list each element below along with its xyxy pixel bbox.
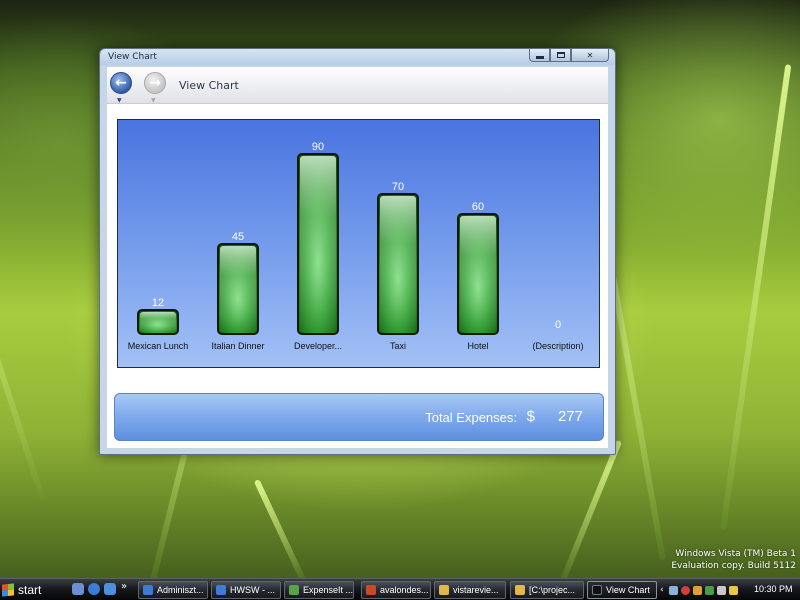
quick-launch-desktop-icon[interactable] — [72, 583, 84, 595]
chart-category-label: Taxi — [390, 341, 406, 351]
clock[interactable]: 10:30 PM — [754, 584, 793, 594]
network-icon[interactable] — [668, 585, 678, 595]
grass-blade — [0, 137, 46, 501]
close-icon: ✕ — [586, 50, 594, 60]
window-title: View Chart — [108, 52, 157, 62]
chart-value-label: 12 — [152, 297, 164, 309]
folder-icon — [439, 585, 449, 595]
tray-expand-icon[interactable]: ‹ — [660, 585, 664, 595]
forward-arrow-icon: → — [149, 75, 161, 91]
total-expenses-label: Total Expenses: — [425, 410, 517, 425]
chart-bar-gloss — [220, 246, 256, 332]
watermark-line-1: Windows Vista (TM) Beta 1 — [675, 549, 796, 559]
minimize-button[interactable] — [529, 49, 550, 62]
chart-bar-gloss — [140, 312, 176, 332]
power-icon[interactable] — [728, 585, 738, 595]
app-icon — [289, 585, 299, 595]
chart-category-label: Mexican Lunch — [128, 341, 189, 351]
minimize-icon — [535, 55, 544, 59]
taskbar-button-label: vistarevie... — [453, 585, 499, 595]
page-title: View Chart — [179, 79, 239, 92]
start-label: start — [18, 583, 42, 597]
window-client-area: ← ▼ → ▼ View Chart 12 Mexican Lunch 45 I… — [107, 67, 608, 448]
forward-history-caret-icon[interactable]: ▼ — [151, 97, 156, 104]
chart-category-label: Italian Dinner — [211, 341, 264, 351]
window-controls: ✕ — [529, 49, 609, 62]
taskbar-button[interactable]: ExpenseIt ... — [284, 581, 354, 599]
expense-bar-chart: 12 Mexican Lunch 45 Italian Dinner 90 Develop… — [117, 119, 600, 368]
chart-bar-gloss — [380, 196, 416, 332]
grass-blade — [253, 479, 306, 582]
ie-icon — [143, 585, 153, 595]
taskbar-button[interactable]: avalondes... — [361, 581, 431, 599]
grass-blade — [560, 439, 622, 582]
chart-bar-gloss — [300, 156, 336, 332]
total-expenses-bar: Total Expenses: $ 277 — [114, 393, 604, 441]
watermark-line-2: Evaluation copy. Build 5112 — [671, 561, 796, 571]
forward-button[interactable]: → — [144, 72, 166, 94]
quick-launch-more-icon[interactable]: » — [121, 581, 127, 592]
taskbar-button[interactable]: Adminiszt... — [138, 581, 208, 599]
total-currency-symbol: $ — [526, 408, 535, 425]
folder-icon — [515, 585, 525, 595]
chart-category-label: Developer... — [294, 341, 342, 351]
chart-category-label: Hotel — [467, 341, 488, 351]
security-icon[interactable] — [680, 585, 690, 595]
navigation-bar: ← ▼ → ▼ View Chart — [107, 67, 608, 104]
system-tray: ‹ — [660, 581, 738, 599]
view-chart-window: View Chart ✕ ← ▼ → ▼ View Chart 12 Mexic… — [99, 48, 616, 455]
close-button[interactable]: ✕ — [571, 49, 609, 62]
back-button[interactable]: ← — [110, 72, 132, 94]
taskbar: start » Adminiszt... HWSW - ... ExpenseI… — [0, 578, 800, 600]
volume-icon[interactable] — [716, 585, 726, 595]
back-arrow-icon: ← — [115, 75, 127, 91]
maximize-icon — [556, 52, 565, 58]
chart-value-label: 90 — [312, 141, 324, 153]
total-expenses-value: 277 — [557, 408, 583, 425]
taskbar-button[interactable]: vistarevie... — [434, 581, 506, 599]
taskbar-button-label: View Chart — [606, 585, 650, 595]
update-icon[interactable] — [704, 585, 714, 595]
chart-value-label: 45 — [232, 231, 244, 243]
taskbar-button-label: Adminiszt... — [157, 585, 204, 595]
quick-launch-media-icon[interactable] — [104, 583, 116, 595]
chart-bar-gloss — [460, 216, 496, 332]
taskbar-button-label: ExpenseIt ... — [303, 585, 354, 595]
window-titlebar[interactable]: View Chart ✕ — [100, 49, 615, 67]
ie-icon — [216, 585, 226, 595]
window-icon — [592, 585, 602, 595]
taskbar-button[interactable]: [C:\projec... — [510, 581, 584, 599]
quick-launch-ie-icon[interactable] — [88, 583, 100, 595]
taskbar-button-label: HWSW - ... — [230, 585, 275, 595]
chart-category-label: (Description) — [532, 341, 583, 351]
grass-blade — [720, 64, 792, 531]
document-icon — [366, 585, 376, 595]
desktop-watermark: Windows Vista (TM) Beta 1 Evaluation cop… — [671, 548, 796, 572]
shield-icon[interactable] — [692, 585, 702, 595]
start-button[interactable]: start — [2, 581, 60, 599]
taskbar-button[interactable]: HWSW - ... — [211, 581, 281, 599]
back-history-caret-icon[interactable]: ▼ — [117, 97, 122, 104]
windows-logo-icon — [2, 583, 14, 597]
taskbar-button-label: [C:\projec... — [529, 585, 576, 595]
chart-value-label: 0 — [555, 319, 561, 331]
chart-svg: 12 Mexican Lunch 45 Italian Dinner 90 Develop… — [128, 141, 584, 351]
maximize-button[interactable] — [550, 49, 571, 62]
chart-value-label: 60 — [472, 201, 484, 213]
taskbar-button-active[interactable]: View Chart — [587, 581, 657, 599]
chart-value-label: 70 — [392, 181, 404, 193]
taskbar-button-label: avalondes... — [380, 585, 429, 595]
